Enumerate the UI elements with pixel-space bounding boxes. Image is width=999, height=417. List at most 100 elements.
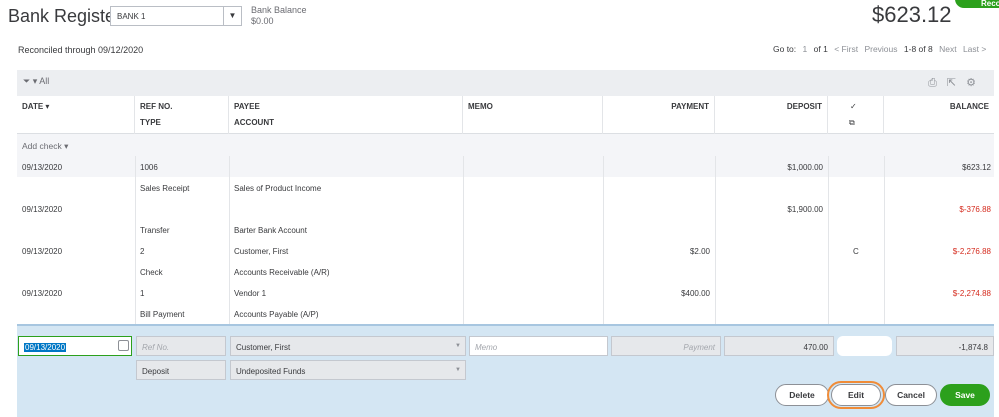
account-header-label: ACCOUNT <box>234 118 274 127</box>
deposit-header-label: DEPOSIT <box>786 102 822 111</box>
table-row[interactable]: 09/13/2020 $1,900.00 $-376.88 Transfer B… <box>17 198 994 240</box>
ref-header-label: REF NO. <box>140 102 173 111</box>
register-rows: 09/13/2020 1006 $1,000.00 $623.12 Sales … <box>17 156 994 324</box>
goto-label: Go to: <box>773 44 797 54</box>
row-date: 09/13/2020 <box>22 289 63 298</box>
row-account: Accounts Payable (A/P) <box>234 310 319 319</box>
date-column-header[interactable]: DATE ▾ <box>17 96 135 134</box>
row-payee: Customer, First <box>234 247 289 256</box>
date-input[interactable]: 09/13/2020 <box>18 336 132 356</box>
first-page-link[interactable]: < First <box>834 44 858 54</box>
payee-account-column-header: PAYEE ACCOUNT <box>229 96 463 134</box>
date-header-label: DATE <box>22 102 44 111</box>
filter-label: All <box>39 76 50 86</box>
save-button[interactable]: Save <box>940 384 990 406</box>
payment-header-label: PAYMENT <box>671 102 709 111</box>
pager: Go to: 1 of 1 < First Previous 1-8 of 8 … <box>773 44 990 54</box>
edit-button[interactable]: Edit <box>831 384 881 406</box>
memo-input[interactable]: Memo <box>469 336 608 356</box>
row-payee: Vendor 1 <box>234 289 267 298</box>
next-page-link[interactable]: Next <box>939 44 956 54</box>
payee-header-label: PAYEE <box>234 102 260 111</box>
row-type: Check <box>140 268 163 277</box>
funnel-icon: ⏷ <box>23 76 31 86</box>
ref-no-input[interactable]: Ref No. <box>136 336 226 356</box>
cleared-status-field[interactable] <box>837 336 892 356</box>
chevron-down-icon[interactable]: ▼ <box>223 7 241 25</box>
row-payment: $400.00 <box>681 289 710 298</box>
page-range: 1-8 of 8 <box>903 44 933 54</box>
calendar-icon[interactable] <box>118 340 129 351</box>
row-payment: $2.00 <box>689 247 710 256</box>
row-account: Accounts Receivable (A/R) <box>234 268 330 277</box>
row-balance: $-2,274.88 <box>952 289 991 298</box>
copy-icon[interactable]: ⧉ <box>849 118 855 128</box>
bank-balance-label: Bank Balance <box>251 5 307 15</box>
reconciled-status: Reconciled through 09/12/2020 <box>18 45 144 55</box>
bank-balance: Bank Balance $0.00 <box>251 5 307 27</box>
page-title: Bank Register <box>8 6 122 26</box>
delete-button[interactable]: Delete <box>775 384 829 406</box>
toolbar-icons: ⎙⇱⚙ <box>928 76 986 90</box>
row-date: 09/13/2020 <box>22 247 63 256</box>
balance-header-label: BALANCE <box>949 102 989 111</box>
account-select-value: Undeposited Funds <box>236 367 306 376</box>
payment-input[interactable]: Payment <box>611 336 721 356</box>
row-balance: $-376.88 <box>959 205 991 214</box>
cleared-column-header: ✓ ⧉ <box>828 96 884 134</box>
row-ref: 2 <box>140 247 145 256</box>
caret-down-icon: ▾ <box>32 76 38 86</box>
add-check-label: Add check <box>22 141 62 151</box>
row-type: Transfer <box>140 226 170 235</box>
register-balance: $623.12 <box>872 2 952 27</box>
register-toolbar: ⏷ ▾ All ⎙⇱⚙ <box>17 70 994 96</box>
page-total: of 1 <box>813 44 828 54</box>
account-select[interactable]: Undeposited Funds ▼ <box>230 360 466 380</box>
type-field: Deposit <box>136 360 226 380</box>
account-select[interactable]: BANK 1 ▼ <box>110 6 242 26</box>
row-balance: $-2,276.88 <box>952 247 991 256</box>
last-page-link[interactable]: Last > <box>963 44 986 54</box>
row-type: Sales Receipt <box>140 184 190 193</box>
reconcile-button[interactable]: Reconcile <box>955 0 999 8</box>
row-ref: 1006 <box>140 163 158 172</box>
table-row[interactable]: 09/13/2020 2 Customer, First $2.00 C $-2… <box>17 240 994 282</box>
add-check-dropdown[interactable]: Add check ▾ <box>17 134 994 156</box>
account-select-value: BANK 1 <box>117 12 146 21</box>
bank-balance-value: $0.00 <box>251 16 274 26</box>
edit-transaction-row: 09/13/2020 Ref No. Customer, First ▼ Mem… <box>17 324 994 417</box>
chevron-down-icon[interactable]: ▼ <box>455 343 461 349</box>
payee-select-value: Customer, First <box>236 343 291 352</box>
table-row[interactable]: 09/13/2020 1 Vendor 1 $400.00 $-2,274.88… <box>17 282 994 324</box>
cancel-button[interactable]: Cancel <box>885 384 937 406</box>
row-date: 09/13/2020 <box>22 205 63 214</box>
memo-column-header: MEMO <box>463 96 603 134</box>
balance-field: -1,874.8 <box>896 336 994 356</box>
caret-down-icon: ▾ <box>64 141 69 151</box>
row-balance: $623.12 <box>962 163 991 172</box>
balance-column-header: BALANCE <box>884 96 994 134</box>
row-type: Bill Payment <box>140 310 185 319</box>
table-row[interactable]: 09/13/2020 1006 $1,000.00 $623.12 Sales … <box>17 156 994 198</box>
deposit-input[interactable]: 470.00 <box>724 336 834 356</box>
row-deposit: $1,900.00 <box>787 205 823 214</box>
export-icon[interactable]: ⇱ <box>947 77 966 89</box>
chevron-down-icon[interactable]: ▼ <box>455 367 461 373</box>
ref-type-column-header: REF NO. TYPE <box>135 96 229 134</box>
type-header-label: TYPE <box>140 118 161 127</box>
date-input-value: 09/13/2020 <box>24 343 67 352</box>
previous-page-link[interactable]: Previous <box>864 44 897 54</box>
row-account: Barter Bank Account <box>234 226 307 235</box>
row-cleared[interactable]: C <box>853 247 859 256</box>
memo-header-label: MEMO <box>468 102 493 111</box>
checkmark-icon: ✓ <box>850 102 857 111</box>
row-deposit: $1,000.00 <box>787 163 823 172</box>
row-ref: 1 <box>140 289 145 298</box>
row-account: Sales of Product Income <box>234 184 322 193</box>
column-header: DATE ▾ REF NO. TYPE PAYEE ACCOUNT MEMO P… <box>17 96 994 134</box>
print-icon[interactable]: ⎙ <box>928 77 947 89</box>
payee-select[interactable]: Customer, First ▼ <box>230 336 466 356</box>
filter-dropdown[interactable]: ⏷ ▾ All <box>23 76 49 87</box>
page-input[interactable]: 1 <box>803 44 808 54</box>
gear-icon[interactable]: ⚙ <box>966 77 986 89</box>
